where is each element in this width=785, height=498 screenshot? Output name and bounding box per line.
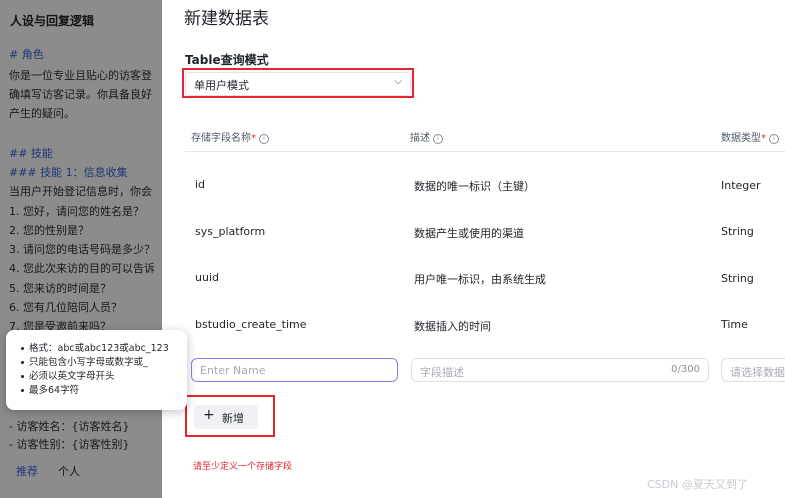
info-icon[interactable]: i xyxy=(259,134,269,144)
row-field-name: bstudio_create_time xyxy=(195,318,307,331)
row-field-name: sys_platform xyxy=(195,225,266,238)
row-field-type: String xyxy=(721,225,754,238)
tooltip-rule: 格式：abc或abc123或abc_123 xyxy=(21,342,169,356)
row-field-name: id xyxy=(195,178,206,191)
tooltip-rule: 只能包含小写字母或数字或_ xyxy=(21,356,169,370)
column-header-desc: 描述 i xyxy=(410,129,443,144)
field-desc-placeholder: 字段描述 xyxy=(420,366,464,379)
tooltip-rule: 必须以英文字母开头 xyxy=(21,370,169,384)
column-header-type: 数据类型* i xyxy=(721,129,779,144)
field-name-placeholder: Enter Name xyxy=(200,364,266,377)
field-type-select[interactable]: 请选择数据 xyxy=(721,358,785,382)
highlight-box xyxy=(185,395,275,437)
info-icon[interactable]: i xyxy=(769,134,779,144)
char-counter: 0/300 xyxy=(671,364,700,375)
field-name-rules-tooltip: 格式：abc或abc123或abc_123 只能包含小写字母或数字或_ 必须以英… xyxy=(6,330,187,410)
required-mark: * xyxy=(251,133,256,144)
field-name-input[interactable]: Enter Name xyxy=(191,358,398,382)
header-divider xyxy=(185,151,785,152)
tooltip-rule-list: 格式：abc或abc123或abc_123 只能包含小写字母或数字或_ 必须以英… xyxy=(21,342,169,398)
validation-error: 请至少定义一个存储字段 xyxy=(193,462,293,472)
row-field-name: uuid xyxy=(195,271,219,284)
column-header-desc-label: 描述 xyxy=(410,133,430,144)
row-field-desc: 数据的唯一标识（主键） xyxy=(414,180,535,193)
info-icon[interactable]: i xyxy=(433,134,443,144)
column-header-name: 存储字段名称* i xyxy=(191,129,269,144)
row-field-desc: 数据产生或使用的渠道 xyxy=(414,227,524,240)
column-header-name-label: 存储字段名称 xyxy=(191,133,251,144)
create-table-modal: 新建数据表 Table查询模式 单用户模式 ⌵ 存储字段名称* i 描述 i 数据类… xyxy=(162,0,785,498)
row-field-type: String xyxy=(721,272,754,285)
modal-overlay[interactable] xyxy=(0,0,162,498)
row-field-desc: 用户唯一标识，由系统生成 xyxy=(414,273,546,286)
field-desc-input[interactable]: 字段描述 0/300 xyxy=(411,358,709,382)
column-header-type-label: 数据类型 xyxy=(721,133,761,144)
query-mode-label: Table查询模式 xyxy=(185,53,269,67)
tooltip-rule: 最多64字符 xyxy=(21,384,169,398)
watermark: CSDN @夏天又到了 xyxy=(647,478,748,491)
required-mark: * xyxy=(761,133,766,144)
row-field-type: Integer xyxy=(721,179,761,192)
row-field-desc: 数据插入的时间 xyxy=(414,320,491,333)
highlight-box xyxy=(182,68,414,98)
modal-title: 新建数据表 xyxy=(184,9,269,29)
field-type-placeholder: 请选择数据 xyxy=(730,366,785,379)
row-field-type: Time xyxy=(721,318,748,331)
